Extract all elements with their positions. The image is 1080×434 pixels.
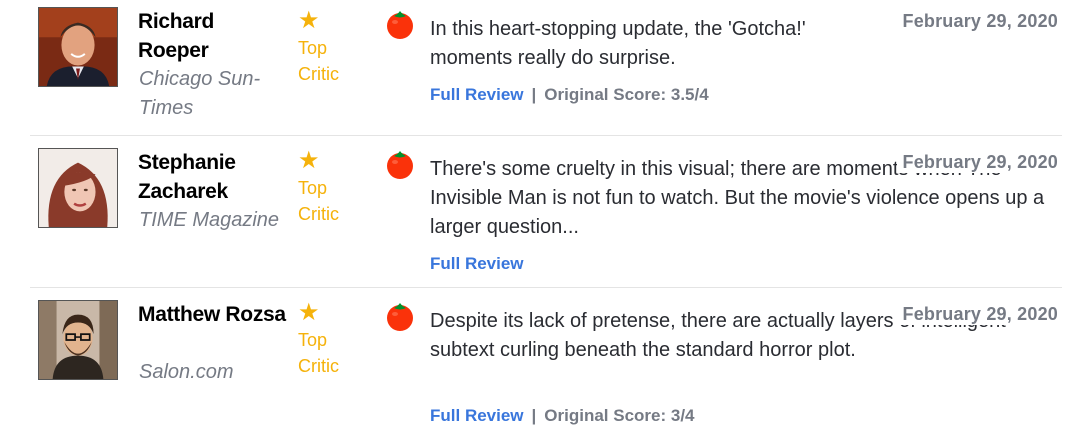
star-icon: ★ [298,7,320,34]
review-row: Richard Roeper Chicago Sun-Times ★ Top C… [0,0,1080,135]
publication-name[interactable]: Salon.com [139,358,289,387]
critic-name[interactable]: Stephanie Zacharek [138,148,288,206]
top-critic-badge: ★ Top Critic [298,9,368,87]
top-critic-label: Top Critic [298,178,339,224]
critic-name[interactable]: Richard Roeper [138,7,288,65]
review-links: Full Review | Original Score: 3/4 [430,405,695,427]
star-icon: ★ [298,147,320,174]
publication-name[interactable]: Chicago Sun-Times [139,65,289,123]
separator: | [531,85,537,104]
critic-photo-icon [39,301,117,379]
top-critic-badge: ★ Top Critic [298,149,368,227]
critic-name[interactable]: Matthew Rozsa [138,300,288,329]
top-critic-label: Top Critic [298,38,339,84]
fresh-tomato-icon [387,11,413,39]
star-icon: ★ [298,299,320,326]
review-links: Full Review [430,253,524,275]
publication-name[interactable]: TIME Magazine [139,206,289,235]
top-critic-label: Top Critic [298,330,339,376]
review-row: Matthew Rozsa Salon.com ★ Top Critic Des… [0,288,1080,434]
top-critic-badge: ★ Top Critic [298,301,368,379]
critic-avatar[interactable] [38,148,118,228]
critic-avatar[interactable] [38,7,118,87]
separator: | [531,406,537,425]
full-review-link[interactable]: Full Review [430,85,524,104]
original-score: Original Score: 3/4 [544,406,695,425]
critic-avatar[interactable] [38,300,118,380]
review-date: February 29, 2020 [896,152,1058,173]
critic-photo-icon [39,149,117,227]
full-review-link[interactable]: Full Review [430,254,524,273]
review-date: February 29, 2020 [896,11,1058,32]
critic-photo-icon [39,8,117,86]
fresh-tomato-icon [387,151,413,179]
review-quote: In this heart-stopping update, the 'Gotc… [430,18,806,69]
fresh-tomato-icon [387,303,413,331]
full-review-link[interactable]: Full Review [430,406,524,425]
review-date: February 29, 2020 [896,304,1058,325]
original-score: Original Score: 3.5/4 [544,85,709,104]
review-row: Stephanie Zacharek TIME Magazine ★ Top C… [0,136,1080,287]
review-links: Full Review | Original Score: 3.5/4 [430,84,709,106]
